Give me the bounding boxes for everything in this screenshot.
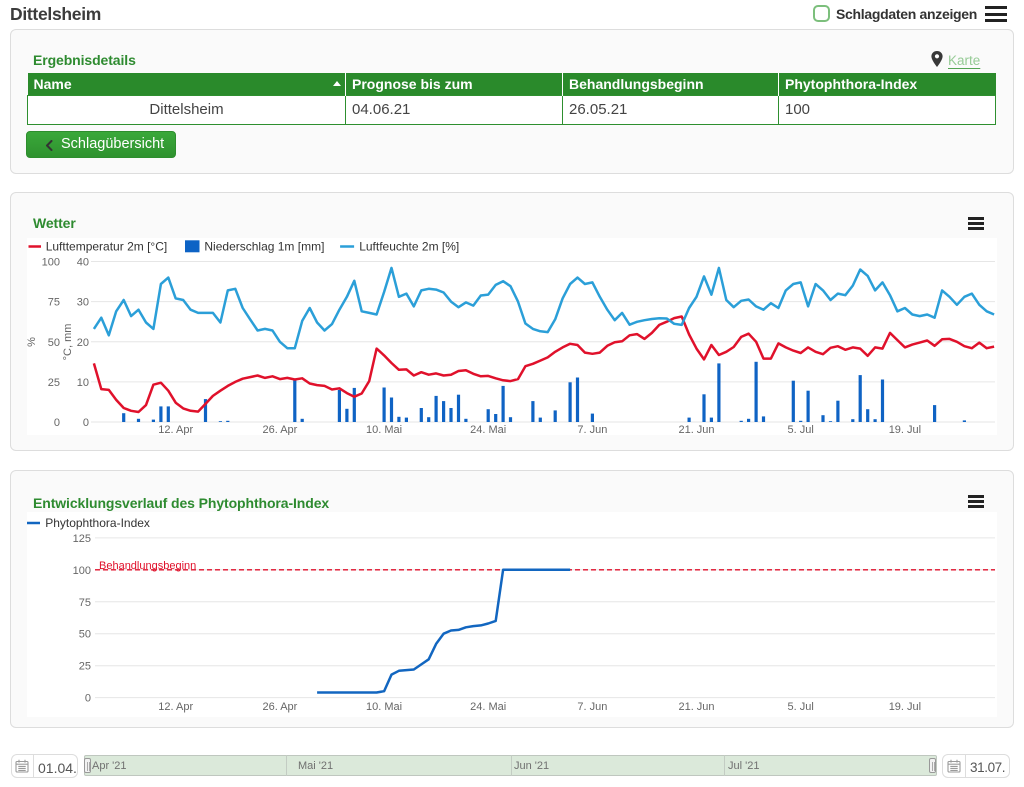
svg-text:21. Jun: 21. Jun: [678, 701, 714, 713]
svg-text:10. Mai: 10. Mai: [366, 424, 402, 435]
svg-text:5. Jul: 5. Jul: [788, 424, 814, 435]
svg-text:°C, mm: °C, mm: [62, 324, 74, 361]
svg-text:Lufttemperatur 2m [°C]: Lufttemperatur 2m [°C]: [46, 240, 168, 254]
svg-text:100: 100: [73, 565, 91, 577]
svg-text:10. Mai: 10. Mai: [366, 701, 402, 713]
svg-text:0: 0: [54, 417, 60, 429]
svg-text:40: 40: [77, 257, 89, 269]
svg-text:5. Jul: 5. Jul: [788, 701, 814, 713]
svg-text:24. Mai: 24. Mai: [470, 424, 506, 435]
svg-text:75: 75: [79, 597, 91, 609]
svg-text:10: 10: [77, 377, 89, 389]
svg-text:%: %: [27, 337, 38, 347]
svg-text:Luftfeuchte 2m [%]: Luftfeuchte 2m [%]: [359, 240, 459, 254]
svg-text:75: 75: [48, 297, 60, 309]
svg-text:24. Mai: 24. Mai: [470, 701, 506, 713]
svg-text:30: 30: [77, 297, 89, 309]
svg-text:0: 0: [85, 693, 91, 705]
svg-text:20: 20: [77, 337, 89, 349]
svg-text:19. Jul: 19. Jul: [889, 701, 921, 713]
svg-text:7. Jun: 7. Jun: [577, 424, 607, 435]
svg-text:12. Apr: 12. Apr: [158, 424, 193, 435]
svg-text:25: 25: [48, 377, 60, 389]
svg-text:100: 100: [42, 257, 60, 269]
svg-text:0: 0: [83, 417, 89, 429]
svg-text:Behandlungsbeginn: Behandlungsbeginn: [99, 560, 196, 572]
svg-text:125: 125: [73, 533, 91, 545]
svg-text:21. Jun: 21. Jun: [678, 424, 714, 435]
svg-text:26. Apr: 26. Apr: [262, 424, 297, 435]
svg-text:26. Apr: 26. Apr: [262, 701, 297, 713]
svg-text:19. Jul: 19. Jul: [889, 424, 921, 435]
svg-text:12. Apr: 12. Apr: [158, 701, 193, 713]
svg-text:Phytophthora-Index: Phytophthora-Index: [45, 516, 150, 530]
svg-text:Niederschlag 1m [mm]: Niederschlag 1m [mm]: [204, 240, 324, 254]
svg-text:50: 50: [79, 629, 91, 641]
svg-text:25: 25: [79, 661, 91, 673]
svg-text:50: 50: [48, 337, 60, 349]
svg-text:7. Jun: 7. Jun: [577, 701, 607, 713]
